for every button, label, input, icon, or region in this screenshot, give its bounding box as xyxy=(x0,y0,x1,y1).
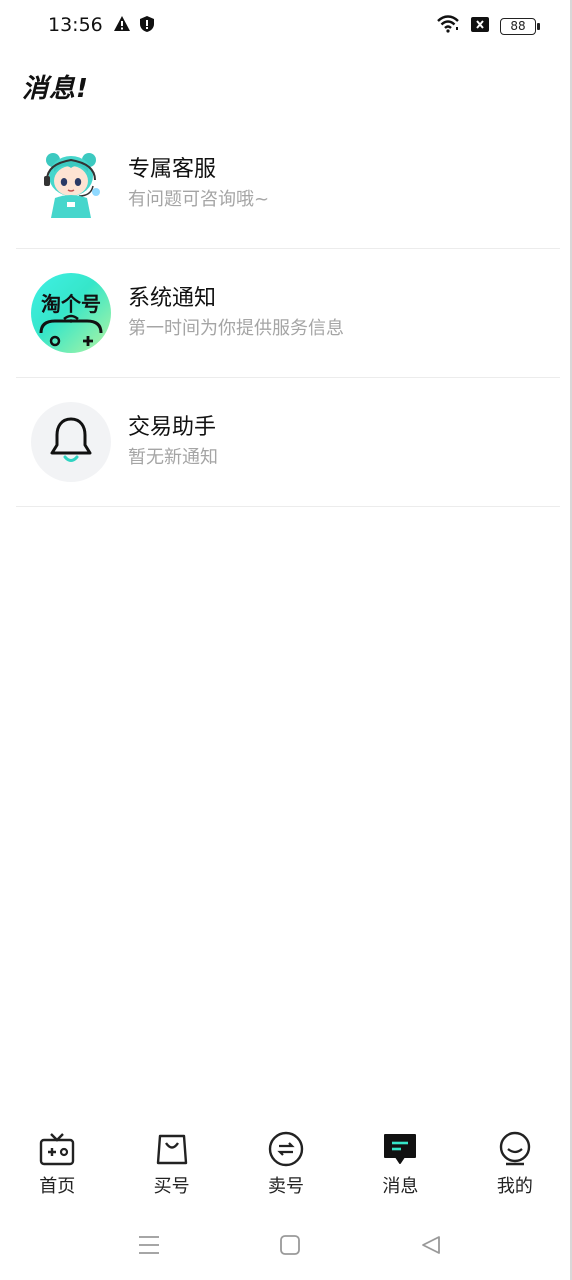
tab-label: 卖号 xyxy=(268,1176,305,1197)
tab-messages[interactable]: 消息 xyxy=(343,1130,457,1210)
tab-label: 首页 xyxy=(39,1176,76,1197)
back-button[interactable] xyxy=(418,1232,444,1258)
message-text: 交易助手 暂无新通知 xyxy=(128,413,218,471)
message-text: 专属客服 有问题可咨询哦~ xyxy=(128,155,269,213)
tab-sell[interactable]: 卖号 xyxy=(229,1130,343,1210)
message-item-customer-service[interactable]: 专属客服 有问题可咨询哦~ xyxy=(16,120,560,249)
message-item-system-notice[interactable]: 淘个号 系统通知 第一时间为你提供服务信息 xyxy=(16,249,560,378)
taogehao-logo: 淘个号 xyxy=(31,273,111,353)
warning-icon xyxy=(113,15,131,37)
logo-text: 淘个号 xyxy=(41,292,101,316)
bottom-tab-bar: 首页 买号 卖号 消息 我的 xyxy=(0,1130,572,1210)
message-title: 交易助手 xyxy=(128,415,217,440)
message-item-trade-assistant[interactable]: 交易助手 暂无新通知 xyxy=(16,378,560,507)
customer-service-avatar xyxy=(31,144,111,224)
tab-label: 买号 xyxy=(153,1176,190,1197)
shield-alert-icon xyxy=(139,15,155,37)
message-title: 系统通知 xyxy=(128,286,217,311)
status-bar: 13:56 88 xyxy=(0,0,572,52)
home-tv-icon xyxy=(38,1130,76,1168)
system-nav-bar xyxy=(0,1218,572,1274)
tab-profile[interactable]: 我的 xyxy=(458,1130,572,1210)
status-time: 13:56 xyxy=(48,14,103,36)
message-icon xyxy=(381,1130,419,1168)
trade-assistant-avatar xyxy=(31,402,111,482)
profile-icon xyxy=(496,1130,534,1168)
message-list: 专属客服 有问题可咨询哦~ 淘个号 系统通知 第一时间为你提供服务信息 交易助手… xyxy=(16,120,560,507)
tab-buy[interactable]: 买号 xyxy=(114,1130,228,1210)
tab-label: 我的 xyxy=(496,1176,533,1197)
tab-label: 消息 xyxy=(382,1176,419,1197)
message-subtitle: 有问题可咨询哦~ xyxy=(128,189,270,210)
bell-icon xyxy=(48,415,94,469)
tab-home[interactable]: 首页 xyxy=(0,1130,114,1210)
status-system-icons: 88 xyxy=(436,15,540,37)
exchange-icon xyxy=(267,1130,305,1168)
message-title: 专属客服 xyxy=(128,157,217,182)
shopping-bag-icon xyxy=(153,1130,191,1168)
message-subtitle: 第一时间为你提供服务信息 xyxy=(128,318,344,339)
wifi-icon xyxy=(436,15,460,37)
message-text: 系统通知 第一时间为你提供服务信息 xyxy=(128,284,344,342)
page-title: 消息! xyxy=(22,74,89,104)
battery-indicator: 88 xyxy=(500,17,540,35)
home-button[interactable] xyxy=(277,1232,303,1258)
recent-apps-button[interactable] xyxy=(136,1232,162,1258)
sim-off-icon xyxy=(470,16,490,37)
status-notification-icons xyxy=(113,15,155,37)
message-subtitle: 暂无新通知 xyxy=(128,447,218,468)
